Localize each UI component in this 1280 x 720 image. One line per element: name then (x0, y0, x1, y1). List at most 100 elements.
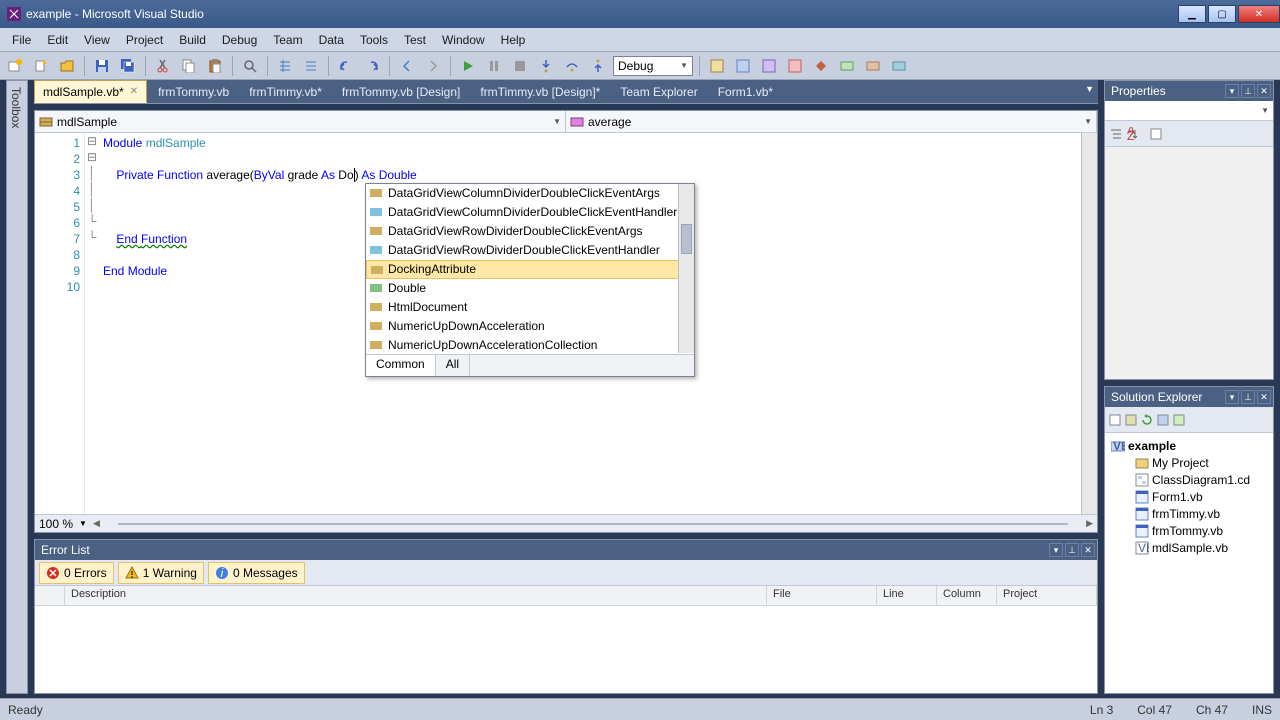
menu-test[interactable]: Test (396, 31, 434, 49)
fold-column[interactable]: ⊟⊟│││└└ (85, 133, 99, 514)
view-code-button[interactable] (1157, 414, 1169, 426)
minimize-button[interactable]: ▁ (1178, 5, 1206, 23)
step-over-button[interactable] (561, 55, 583, 77)
dropdown-arrow-icon[interactable]: ▼ (79, 519, 87, 528)
tree-node[interactable]: frmTimmy.vb (1109, 505, 1269, 522)
tab-frmtimmy-design[interactable]: frmTimmy.vb [Design]* (471, 81, 609, 103)
pin-icon[interactable]: ⊥ (1241, 390, 1255, 404)
nav-back-button[interactable] (396, 55, 418, 77)
alphabetical-button[interactable]: AZ (1125, 127, 1139, 141)
tab-form1[interactable]: Form1.vb* (709, 81, 782, 103)
maximize-button[interactable]: ▢ (1208, 5, 1236, 23)
properties-object-combo[interactable]: ▼ (1105, 101, 1273, 121)
new-project-button[interactable] (4, 55, 26, 77)
stop-button[interactable] (509, 55, 531, 77)
menu-team[interactable]: Team (265, 31, 310, 49)
tool-btn[interactable] (784, 55, 806, 77)
intellisense-item[interactable]: DataGridViewRowDividerDoubleClickEventHa… (366, 241, 694, 260)
member-dropdown[interactable]: average ▼ (566, 111, 1097, 132)
comment-button[interactable] (274, 55, 296, 77)
tree-node[interactable]: VBmdlSample.vb (1109, 539, 1269, 556)
col-description[interactable]: Description (65, 586, 767, 605)
tab-frmtimmy[interactable]: frmTimmy.vb* (240, 81, 331, 103)
tool-btn[interactable] (836, 55, 858, 77)
copy-button[interactable] (178, 55, 200, 77)
tool-btn[interactable] (888, 55, 910, 77)
config-dropdown[interactable]: Debug▼ (613, 56, 693, 76)
show-all-button[interactable] (1125, 414, 1137, 426)
find-button[interactable] (239, 55, 261, 77)
property-pages-button[interactable] (1149, 127, 1163, 141)
menu-view[interactable]: View (76, 31, 118, 49)
menu-edit[interactable]: Edit (39, 31, 76, 49)
menu-data[interactable]: Data (311, 31, 352, 49)
properties-button[interactable] (1109, 414, 1121, 426)
h-scroll[interactable] (106, 518, 1080, 530)
add-item-button[interactable] (30, 55, 52, 77)
tool-btn[interactable] (732, 55, 754, 77)
view-designer-button[interactable] (1173, 414, 1185, 426)
tab-team-explorer[interactable]: Team Explorer (611, 81, 706, 103)
intellisense-item[interactable]: Double (366, 279, 694, 298)
editor-scrollbar[interactable] (1081, 133, 1097, 514)
open-button[interactable] (56, 55, 78, 77)
pause-button[interactable] (483, 55, 505, 77)
type-dropdown[interactable]: mdlSample ▼ (35, 111, 566, 132)
tool-btn[interactable] (706, 55, 728, 77)
col-project[interactable]: Project (997, 586, 1097, 605)
intellisense-item[interactable]: NumericUpDownAccelerationCollection (366, 336, 694, 354)
tree-node[interactable]: ClassDiagram1.cd (1109, 471, 1269, 488)
intellisense-list[interactable]: DataGridViewColumnDividerDoubleClickEven… (366, 184, 694, 354)
code-area[interactable]: 12345678910 ⊟⊟│││└└ Module mdlSample Pri… (35, 133, 1097, 514)
undo-button[interactable] (335, 55, 357, 77)
intellisense-item[interactable]: DataGridViewColumnDividerDoubleClickEven… (366, 184, 694, 203)
tab-frmtommy-design[interactable]: frmTommy.vb [Design] (333, 81, 469, 103)
menu-debug[interactable]: Debug (214, 31, 265, 49)
warnings-filter-button[interactable]: 1 Warning (118, 562, 204, 584)
panel-menu-icon[interactable]: ▾ (1225, 390, 1239, 404)
close-tab-icon[interactable]: ✕ (130, 86, 138, 97)
col-file[interactable]: File (767, 586, 877, 605)
toolbox-tab[interactable]: Toolbox (6, 80, 28, 694)
tool-btn[interactable] (810, 55, 832, 77)
intellisense-tab-all[interactable]: All (436, 355, 470, 376)
menu-project[interactable]: Project (118, 31, 171, 49)
menu-window[interactable]: Window (434, 31, 493, 49)
intellisense-item-selected[interactable]: DockingAttribute (366, 260, 694, 279)
close-icon[interactable]: ✕ (1257, 84, 1271, 98)
intellisense-scrollbar[interactable] (678, 184, 694, 353)
step-into-button[interactable] (535, 55, 557, 77)
menu-build[interactable]: Build (171, 31, 214, 49)
close-icon[interactable]: ✕ (1081, 543, 1095, 557)
messages-filter-button[interactable]: i0 Messages (208, 562, 305, 584)
paste-button[interactable] (204, 55, 226, 77)
close-icon[interactable]: ✕ (1257, 390, 1271, 404)
pin-icon[interactable]: ⊥ (1065, 543, 1079, 557)
tool-btn[interactable] (862, 55, 884, 77)
intellisense-item[interactable]: DataGridViewColumnDividerDoubleClickEven… (366, 203, 694, 222)
properties-grid[interactable] (1105, 147, 1273, 379)
panel-menu-icon[interactable]: ▾ (1225, 84, 1239, 98)
zoom-label[interactable]: 100 % (39, 517, 73, 531)
tree-node-project[interactable]: VBexample (1109, 437, 1269, 454)
intellisense-item[interactable]: DataGridViewRowDividerDoubleClickEventAr… (366, 222, 694, 241)
solution-tree[interactable]: VBexample My Project ClassDiagram1.cd Fo… (1105, 433, 1273, 693)
error-grid[interactable]: Description File Line Column Project (35, 586, 1097, 693)
intellisense-item[interactable]: HtmlDocument (366, 298, 694, 317)
menu-tools[interactable]: Tools (352, 31, 396, 49)
tab-overflow-icon[interactable]: ▼ (1085, 84, 1094, 94)
tree-node[interactable]: Form1.vb (1109, 488, 1269, 505)
menu-help[interactable]: Help (493, 31, 534, 49)
save-button[interactable] (91, 55, 113, 77)
col-column[interactable]: Column (937, 586, 997, 605)
tree-node[interactable]: frmTommy.vb (1109, 522, 1269, 539)
categorized-button[interactable] (1109, 127, 1123, 141)
redo-button[interactable] (361, 55, 383, 77)
start-debug-button[interactable] (457, 55, 479, 77)
close-button[interactable]: ✕ (1238, 5, 1280, 23)
tab-mdlsample[interactable]: mdlSample.vb*✕ (34, 80, 147, 103)
cut-button[interactable] (152, 55, 174, 77)
menu-file[interactable]: File (4, 31, 39, 49)
tree-node[interactable]: My Project (1109, 454, 1269, 471)
step-out-button[interactable] (587, 55, 609, 77)
